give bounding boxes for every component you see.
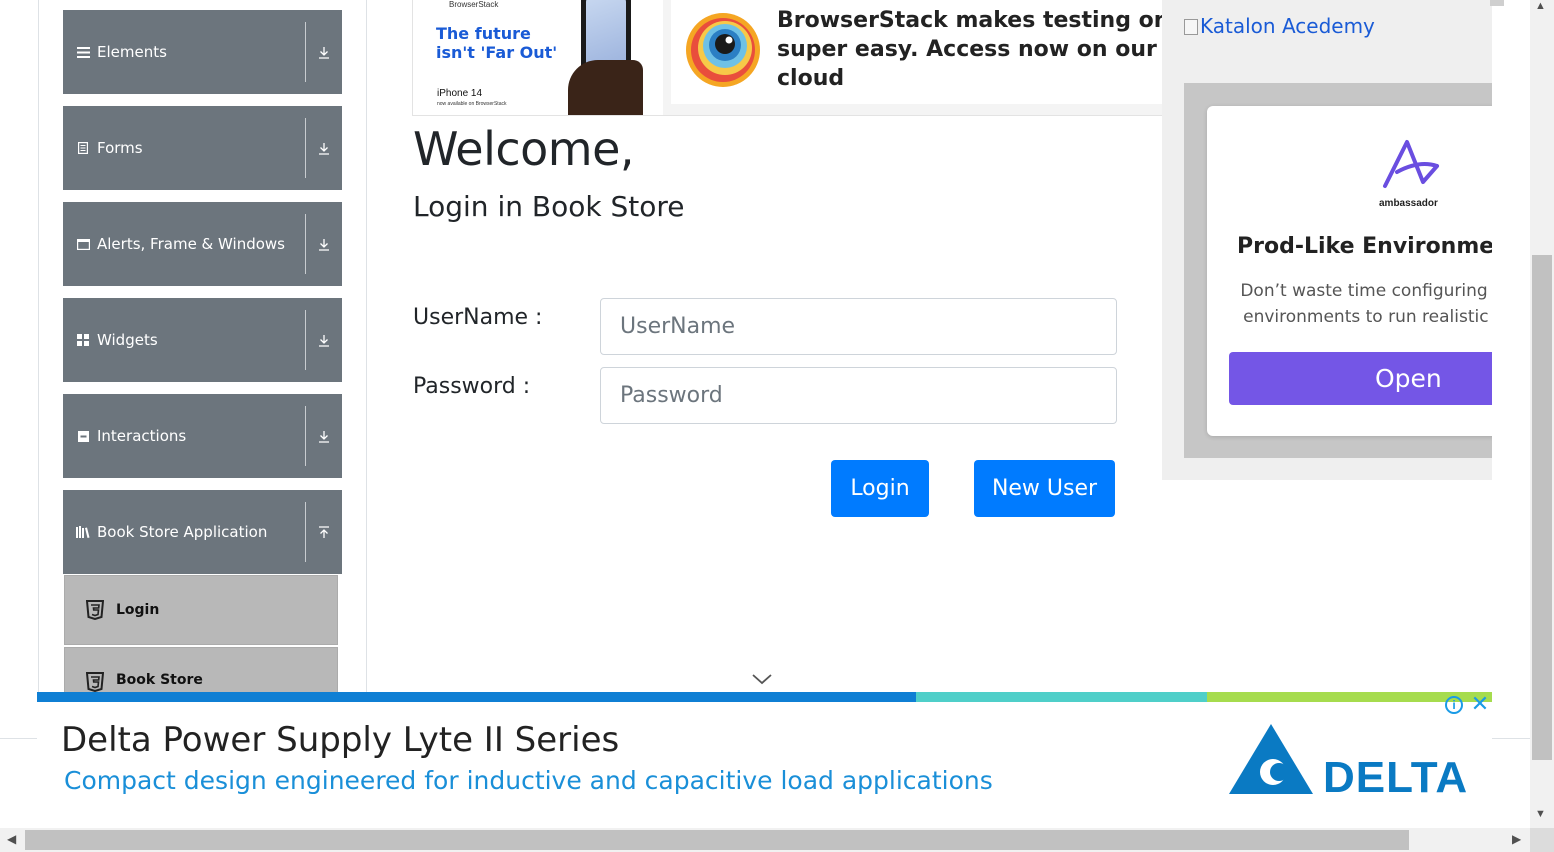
ad-open-button[interactable]: Open xyxy=(1229,352,1492,405)
sidebar-item-login[interactable]: Login xyxy=(64,575,338,645)
sidebar-group-label: Book Store Application xyxy=(97,523,268,541)
ad-iphone-label: iPhone 14 xyxy=(437,88,483,99)
bottom-ad-banner[interactable]: i ✕ Delta Power Supply Lyte II Series Co… xyxy=(37,692,1492,829)
ad-card-description-line: Don’t waste time configuring prod xyxy=(1240,281,1492,301)
login-button[interactable]: Login xyxy=(831,460,929,517)
ad-progress-blue xyxy=(37,692,916,702)
ad-headline-line: cloud xyxy=(777,66,845,91)
scrollbar-corner xyxy=(1530,828,1554,852)
sidebar-group-forms[interactable]: Forms xyxy=(63,106,342,190)
new-user-button[interactable]: New User xyxy=(974,460,1115,517)
ad-tagline: The future isn't 'Far Out' xyxy=(436,24,557,62)
html5-icon xyxy=(85,600,106,621)
delta-logo-icon: DELTA xyxy=(1229,724,1467,798)
password-label: Password : xyxy=(413,374,531,399)
ad-tagline-line: isn't 'Far Out' xyxy=(436,43,558,62)
ad-scroll-indicator xyxy=(1490,0,1504,6)
username-input[interactable] xyxy=(600,298,1117,355)
ad-title: Delta Power Supply Lyte II Series xyxy=(61,720,620,760)
vertical-scroll-thumb[interactable] xyxy=(1532,255,1552,760)
sidebar-group-label: Interactions xyxy=(97,427,187,445)
vertical-scrollbar[interactable]: ▲ ▼ xyxy=(1530,0,1554,828)
ad-subtitle: Compact design engineered for inductive … xyxy=(64,766,993,795)
download-icon[interactable] xyxy=(306,214,342,274)
ad-headline: BrowserStack makes testing on iPho super… xyxy=(777,6,1172,93)
ad-card[interactable]: ambassador Prod-Like Environments for Do… xyxy=(1207,106,1492,436)
page-title: Welcome, xyxy=(413,122,635,176)
sidebar-group-label: Forms xyxy=(97,139,143,157)
ad-available-label: now available on BrowserStack xyxy=(437,101,507,107)
document-icon xyxy=(76,141,90,155)
scroll-left-icon[interactable]: ◀ xyxy=(7,832,16,846)
interactions-icon xyxy=(76,429,90,443)
ad-card-description: Don’t waste time configuring prod enviro… xyxy=(1231,278,1492,330)
browserstack-logo-icon xyxy=(686,13,760,87)
upload-icon[interactable] xyxy=(306,502,342,562)
sidebar-group-book-store-application[interactable]: Book Store Application xyxy=(63,490,342,574)
ad-brand-small: BrowserStack xyxy=(449,0,499,9)
close-icon[interactable]: ✕ xyxy=(1469,693,1491,716)
ad-iphone-panel: BrowserStack The future isn't 'Far Out' … xyxy=(413,0,663,115)
sidebar-item-label: Book Store xyxy=(116,672,203,688)
ambassador-logo-icon xyxy=(1383,140,1439,188)
download-icon[interactable] xyxy=(306,22,342,82)
ad-card-description-line: environments to run realistic loca xyxy=(1243,307,1492,327)
username-label: UserName : xyxy=(413,305,543,330)
sidebar-group-alerts[interactable]: Alerts, Frame & Windows xyxy=(63,202,342,286)
ad-tagline-line: The future xyxy=(436,24,531,43)
scroll-up-icon[interactable]: ▲ xyxy=(1535,0,1546,12)
window-icon xyxy=(76,237,90,251)
ad-broken-image[interactable]: Katalon Acedemy xyxy=(1184,14,1375,38)
sidebar-group-interactions[interactable]: Interactions xyxy=(63,394,342,478)
ad-image-alt: Katalon Acedemy xyxy=(1200,14,1375,38)
left-divider xyxy=(38,0,39,740)
horizontal-scrollbar[interactable]: ◀ ▶ xyxy=(0,828,1530,852)
sidebar-item-label: Login xyxy=(116,602,160,618)
horizontal-scroll-thumb[interactable] xyxy=(25,830,1409,850)
sidebar-group-label: Widgets xyxy=(97,331,158,349)
scroll-down-icon[interactable]: ▼ xyxy=(1535,808,1546,820)
download-icon[interactable] xyxy=(306,118,342,178)
html5-icon xyxy=(85,672,106,693)
hand-image xyxy=(568,60,643,115)
sidebar-divider xyxy=(366,0,367,740)
ad-text-panel: BrowserStack makes testing on iPho super… xyxy=(671,0,1172,104)
chevron-down-icon[interactable] xyxy=(751,672,773,686)
password-input[interactable] xyxy=(600,367,1117,424)
ad-brand: ambassador xyxy=(1379,198,1438,209)
broken-image-icon xyxy=(1184,19,1198,35)
menu-icon xyxy=(76,45,90,59)
ad-headline-line: BrowserStack makes testing on iPho xyxy=(777,8,1171,33)
ad-headline-line: super easy. Access now on our real xyxy=(777,37,1172,62)
ad-card-title: Prod-Like Environments for xyxy=(1237,234,1492,259)
download-icon[interactable] xyxy=(306,310,342,370)
delta-brand-text: DELTA xyxy=(1323,753,1467,798)
page-subtitle: Login in Book Store xyxy=(413,190,685,223)
sidebar-group-widgets[interactable]: Widgets xyxy=(63,298,342,382)
top-ad-banner[interactable]: BrowserStack The future isn't 'Far Out' … xyxy=(412,0,1172,116)
page: Elements Forms Alerts, Frame & Windows W… xyxy=(0,0,1554,852)
books-icon xyxy=(76,525,90,539)
sidebar-group-label: Elements xyxy=(97,43,167,61)
scroll-right-icon[interactable]: ▶ xyxy=(1512,832,1521,846)
right-ad[interactable]: Katalon Acedemy ambassador Prod-Like Env… xyxy=(1162,0,1492,480)
info-icon[interactable]: i xyxy=(1445,696,1463,714)
ad-progress-teal xyxy=(916,692,1207,702)
grid-icon xyxy=(76,333,90,347)
sidebar-group-label: Alerts, Frame & Windows xyxy=(97,235,285,253)
download-icon[interactable] xyxy=(306,406,342,466)
sidebar-group-elements[interactable]: Elements xyxy=(63,10,342,94)
